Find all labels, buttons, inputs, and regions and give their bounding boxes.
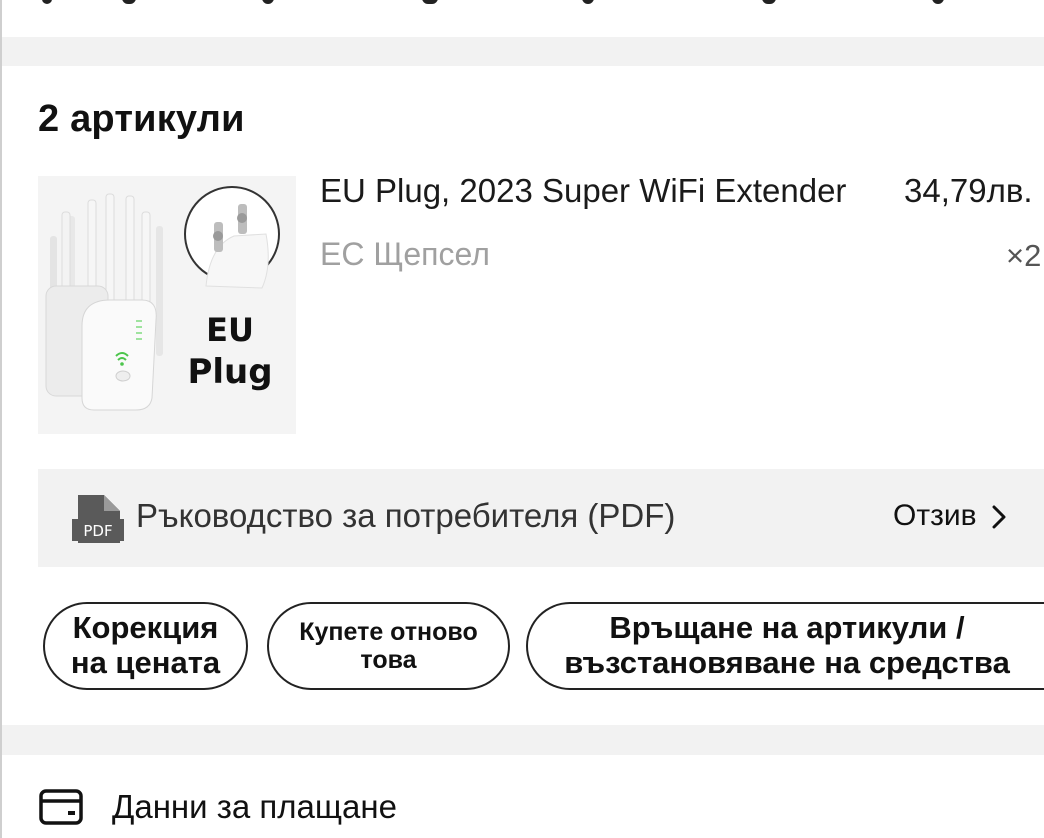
items-count-heading: 2 артикули [38,98,245,140]
return-refund-line1: Връщане на артикули / [609,610,965,646]
return-refund-line2: възстановяване на средства [564,645,1010,680]
image-caption-plug: Plug [187,352,272,392]
wifi-extender-image: EU Plug [45,186,280,411]
image-caption-eu: EU [206,311,254,349]
chevron-right-icon [992,505,1006,529]
user-manual-label[interactable]: Ръководство за потребителя (PDF) [136,497,675,535]
user-manual-row[interactable]: PDF Ръководство за потребителя (PDF) Отз… [38,469,1044,567]
product-variant: ЕС Щепсел [320,236,490,272]
payment-details-label: Данни за плащане [112,788,397,825]
return-refund-button[interactable]: Връщане на артикули / възстановяване на … [526,602,1044,690]
order-details-page: 2 артикули EU Plug EU Plug, 2023 Super W… [0,0,1044,838]
buy-again-line2: това [360,646,417,674]
price-adjustment-button[interactable]: Корекция на цената [43,602,248,690]
price-adjustment-line1: Корекция [72,610,219,646]
price-adjustment-line2: на цената [70,645,221,680]
product-image[interactable]: EU Plug [38,176,296,434]
card-icon [39,789,83,825]
buy-again-button[interactable]: Купете отново това [267,602,510,690]
product-title[interactable]: EU Plug, 2023 Super WiFi Extender [320,172,888,210]
pdf-icon: PDF [72,495,124,543]
buy-again-line1: Купете отново [299,618,478,646]
section-divider [2,37,1044,66]
previous-section-edge [2,0,1044,37]
product-price: 34,79лв. [904,172,1033,209]
section-divider [2,725,1044,755]
product-quantity: ×2 [1006,238,1042,273]
review-label: Отзив [893,499,977,532]
review-link[interactable]: Отзив [893,499,1007,533]
pdf-icon-text: PDF [83,522,112,540]
payment-details-row[interactable]: Данни за плащане [38,782,397,832]
